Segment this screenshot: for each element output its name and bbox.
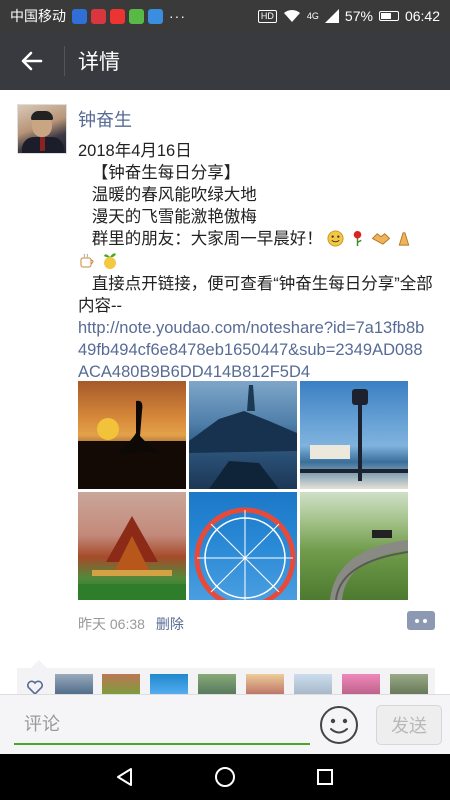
post-time: 昨天 06:38 — [78, 616, 145, 632]
coast-rocks-image — [189, 385, 297, 489]
heart-icon — [27, 680, 43, 694]
nav-back-button[interactable] — [105, 757, 145, 797]
title-divider — [64, 46, 65, 76]
post-text: 2018年4月16日 【钟奋生每日分享】 温暖的春风能吹绿大地 漫天的飞雪能激艳… — [78, 140, 433, 383]
liker-avatar[interactable] — [55, 674, 93, 694]
hd-badge: HD — [257, 9, 277, 23]
more-notifications-icon: ··· — [169, 8, 186, 24]
emoji-face-icon — [320, 706, 358, 744]
avatar[interactable] — [17, 104, 67, 154]
post-link[interactable]: http://note.youdao.com/noteshare?id=7a13… — [78, 317, 433, 383]
carrier-label: 中国移动 — [10, 8, 66, 24]
wechat-icon — [129, 8, 144, 24]
sprout-emoji-icon — [103, 253, 116, 269]
liker-avatar[interactable] — [102, 674, 140, 694]
wifi-icon — [283, 9, 300, 22]
post-meta: 昨天 06:38 删除 — [78, 614, 184, 634]
post-body: 直接点开链接，便可查看“钟奋生每日分享”全部内容-- — [78, 275, 433, 315]
post-line: 温暖的春风能吹绿大地 — [78, 186, 257, 204]
system-nav-bar — [0, 754, 450, 800]
app-icon — [148, 8, 163, 24]
post-line: 【钟奋生每日分享】 — [78, 164, 241, 182]
back-arrow-icon — [21, 51, 43, 71]
title-bar: 详情 — [0, 32, 450, 90]
status-bar: 中国移动 ··· HD 4G 57% 06:42 — [0, 0, 450, 32]
comment-menu-button[interactable] — [407, 611, 435, 630]
pier-lamp-image — [300, 389, 408, 481]
rose-emoji-icon — [353, 230, 362, 247]
liker-avatar[interactable] — [198, 674, 236, 694]
liker-avatar[interactable] — [294, 674, 332, 694]
post-line: 漫天的飞雪能激艳傲梅 — [78, 208, 257, 226]
coffee-emoji-icon — [80, 253, 94, 268]
post-line: 群里的朋友：大家周一早晨好！ — [78, 230, 323, 248]
ferris-wheel-image — [194, 507, 296, 600]
battery-percent: 57% — [344, 8, 373, 24]
liker-avatar[interactable] — [150, 674, 188, 694]
mail-icon — [91, 8, 106, 24]
moment-detail: 钟奋生 2018年4月16日 【钟奋生每日分享】 温暖的春风能吹绿大地 漫天的飞… — [0, 90, 450, 694]
square-recents-icon — [317, 769, 333, 785]
post-date: 2018年4月16日 — [78, 142, 192, 160]
network-type-label: 4G — [306, 11, 319, 21]
nav-home-button[interactable] — [205, 757, 245, 797]
dot-icon — [415, 618, 419, 623]
emoji-button[interactable] — [318, 704, 360, 746]
sunset-crane-image — [78, 400, 186, 489]
temple-image — [78, 516, 186, 600]
send-button[interactable]: 发送 — [376, 705, 442, 745]
photo-thumbnail[interactable] — [300, 492, 408, 600]
video-icon — [110, 8, 125, 24]
circle-home-icon — [215, 767, 235, 787]
pray-emoji-icon — [398, 232, 410, 246]
signal-icon — [324, 9, 339, 23]
liker-avatar[interactable] — [342, 674, 380, 694]
post-greeting-row: 群里的朋友：大家周一早晨好！ — [78, 228, 433, 250]
viaduct-image — [330, 530, 408, 600]
photo-thumbnail[interactable] — [189, 381, 297, 489]
post-emoji-row — [78, 250, 433, 273]
photo-thumbnail[interactable] — [300, 381, 408, 489]
notification-icon — [72, 8, 87, 24]
photo-thumbnail[interactable] — [189, 492, 297, 600]
smile-emoji-icon — [327, 230, 344, 247]
delete-button[interactable]: 删除 — [156, 616, 184, 632]
photo-thumbnail[interactable] — [78, 492, 186, 600]
dot-icon — [423, 618, 427, 623]
page-title: 详情 — [78, 51, 120, 74]
clock: 06:42 — [404, 8, 440, 24]
nav-recents-button[interactable] — [305, 757, 345, 797]
battery-icon — [378, 11, 399, 21]
photo-thumbnail[interactable] — [78, 381, 186, 489]
handshake-emoji-icon — [371, 233, 390, 245]
comment-input[interactable] — [14, 705, 310, 745]
liker-avatar[interactable] — [390, 674, 428, 694]
liker-avatar[interactable] — [246, 674, 284, 694]
triangle-back-icon — [117, 768, 132, 786]
likes-panel — [17, 660, 435, 694]
comment-bar: 发送 — [0, 694, 450, 754]
author-name[interactable]: 钟奋生 — [78, 106, 132, 132]
back-button[interactable] — [0, 32, 64, 90]
